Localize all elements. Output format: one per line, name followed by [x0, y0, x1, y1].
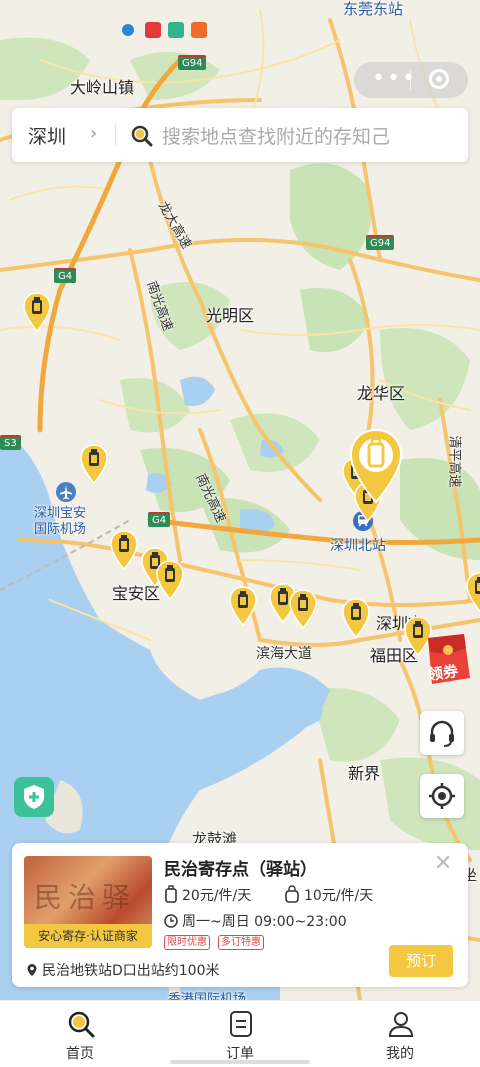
- price-small-text: 10元/件/天: [304, 888, 374, 904]
- map-label-guangming: 光明区: [206, 306, 255, 325]
- selected-storage-pin[interactable]: [349, 428, 403, 504]
- map-label-binhai: 滨海大道: [256, 646, 312, 662]
- map-label-longhua: 龙华区: [357, 384, 406, 403]
- road-tag-s3: S3: [0, 435, 21, 450]
- certified-badge: 安心寄存·认证商家: [24, 924, 152, 948]
- storage-pin[interactable]: [80, 444, 108, 484]
- tab-profile[interactable]: 我的: [320, 1001, 480, 1067]
- promo-tag: 限时优惠: [164, 935, 210, 950]
- chevron-right-icon: ›: [90, 123, 98, 144]
- tab-orders[interactable]: 订单: [160, 1001, 320, 1067]
- city-selector[interactable]: 深圳: [28, 122, 66, 149]
- profile-icon: [388, 1012, 414, 1037]
- map-label-xinjie: 新界: [348, 764, 381, 783]
- coupon-label: 领券: [426, 661, 460, 684]
- map-label-hk-airport: 香港国际机场: [168, 992, 247, 1000]
- map-label-qingping-highway: 清平高速: [446, 435, 462, 488]
- customer-service-button[interactable]: [420, 711, 464, 755]
- search-home-icon: [68, 1011, 95, 1038]
- opening-hours-text: 周一~周日 09:00~23:00: [182, 914, 347, 930]
- headset-icon: [430, 720, 454, 747]
- storage-pin[interactable]: [466, 572, 480, 612]
- orders-icon: [230, 1011, 252, 1037]
- road-tag-g94-mid: G94: [366, 235, 395, 250]
- opening-hours: 周一~周日 09:00~23:00: [164, 911, 347, 931]
- locate-me-button[interactable]: [420, 774, 464, 818]
- store-address-text: 民治地铁站D口出站约100米: [42, 963, 220, 979]
- status-bar: [0, 0, 480, 38]
- large-suitcase-icon: [165, 885, 177, 903]
- store-card[interactable]: 民治驿 安心寄存·认证商家 民治寄存点（驿站） ✕ 20元/件/天 10元/件/…: [12, 843, 468, 987]
- close-miniprogram-icon[interactable]: [429, 69, 449, 89]
- store-address: 民治地铁站D口出站约100米: [26, 960, 220, 980]
- home-indicator: [170, 1060, 310, 1064]
- locate-icon: [429, 783, 455, 809]
- storage-pin[interactable]: [342, 598, 370, 638]
- road-tag-g4-left: G4: [54, 268, 77, 283]
- miniprogram-capsule: •••: [354, 62, 468, 98]
- safety-shield-button[interactable]: [14, 777, 54, 817]
- airport-icon: [56, 482, 76, 502]
- storage-pin[interactable]: [23, 292, 51, 332]
- storage-pin[interactable]: [110, 530, 138, 570]
- promo-tag: 多订特惠: [218, 935, 264, 950]
- status-app-icon: [122, 24, 134, 36]
- price-small-luggage: 10元/件/天: [284, 885, 373, 905]
- storage-pin[interactable]: [156, 560, 184, 600]
- location-pin-icon: [27, 964, 37, 976]
- shield-icon: [24, 785, 44, 809]
- search-divider: [115, 124, 116, 146]
- road-tag-g4-mid: G4: [148, 512, 171, 527]
- price-large-text: 20元/件/天: [182, 888, 252, 904]
- map-label-shenzhen-north: 深圳北站: [330, 538, 386, 554]
- search-icon: [131, 125, 153, 147]
- tab-home-label: 首页: [66, 1046, 94, 1062]
- status-app-icon: [191, 22, 207, 38]
- storage-pin[interactable]: [229, 586, 257, 626]
- coupon-button[interactable]: 领券: [420, 632, 472, 688]
- small-bag-icon: [285, 885, 299, 903]
- capsule-divider: [410, 70, 411, 90]
- search-bar[interactable]: 深圳 › 搜索地点查找附近的存知己: [12, 108, 468, 162]
- book-button[interactable]: 预订: [389, 945, 453, 977]
- clock-icon: [164, 914, 178, 928]
- tab-profile-label: 我的: [386, 1046, 414, 1062]
- store-name: 民治寄存点（驿站）: [164, 860, 317, 880]
- bottom-tab-bar: 首页 订单 我的: [0, 1000, 480, 1067]
- status-app-icon: [145, 22, 161, 38]
- price-large-luggage: 20元/件/天: [164, 885, 251, 905]
- map-label-daling: 大岭山镇: [70, 78, 135, 97]
- storage-pin[interactable]: [289, 589, 317, 629]
- tab-home[interactable]: 首页: [0, 1001, 160, 1067]
- map-label-airport: 深圳宝安 国际机场: [34, 506, 87, 537]
- store-photo: 民治驿 安心寄存·认证商家: [24, 856, 152, 948]
- status-app-icon: [168, 22, 184, 38]
- close-icon[interactable]: ✕: [434, 851, 452, 876]
- search-input[interactable]: 搜索地点查找附近的存知己: [162, 122, 390, 149]
- road-tag-g94-top: G94: [178, 55, 207, 70]
